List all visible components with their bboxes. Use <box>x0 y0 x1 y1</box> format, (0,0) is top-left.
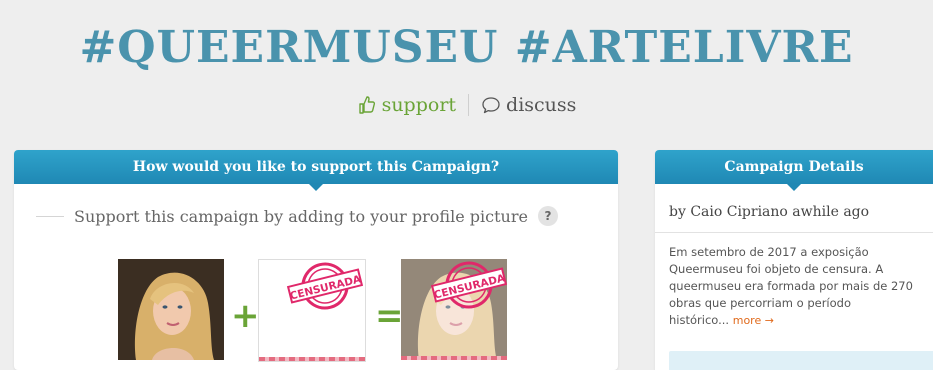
more-link[interactable]: more → <box>733 314 774 327</box>
result-bottom-strip <box>401 356 507 360</box>
equals-operator: = <box>375 296 404 336</box>
support-link[interactable]: support <box>357 94 456 116</box>
support-panel-heading: How would you like to support this Campa… <box>14 150 618 191</box>
profile-photo-result: CENSURADA <box>401 259 507 360</box>
description-text: Em setembro de 2017 a exposição Queermus… <box>669 245 913 327</box>
support-instruction: Support this campaign by adding to your … <box>74 206 528 226</box>
support-label: support <box>381 94 457 116</box>
portrait-with-overlay-image: CENSURADA <box>401 259 507 360</box>
speech-bubble-icon <box>482 97 500 114</box>
plus-operator: + <box>231 296 260 336</box>
thumbs-up-icon <box>358 96 375 114</box>
campaign-title: #QUEERMUSEU #ARTELIVRE <box>79 22 854 73</box>
instruction-rule <box>36 215 64 217</box>
support-instruction-row: Support this campaign by adding to your … <box>36 206 598 226</box>
censurada-stamp: CENSURADA <box>286 262 363 310</box>
campaign-description: Em setembro de 2017 a exposição Queermus… <box>669 244 913 329</box>
campaign-details-panel: Campaign Details by Caio Cipriano awhile… <box>655 150 933 370</box>
campaign-overlay-image: CENSURADA <box>258 259 366 362</box>
discuss-link[interactable]: discuss <box>481 94 576 116</box>
campaign-byline: by Caio Cipriano awhile ago <box>669 204 870 220</box>
help-icon[interactable]: ? <box>537 206 558 226</box>
discuss-label: discuss <box>506 94 577 116</box>
details-panel-heading: Campaign Details <box>655 150 933 191</box>
details-divider <box>655 232 933 233</box>
overlay-bottom-strip <box>259 357 365 361</box>
details-info-box <box>669 351 933 370</box>
actions-divider <box>468 94 470 116</box>
support-panel: How would you like to support this Campa… <box>14 150 618 370</box>
campaign-actions: support discuss <box>0 94 933 116</box>
profile-photo-original <box>118 259 224 360</box>
portrait-image <box>118 259 224 360</box>
